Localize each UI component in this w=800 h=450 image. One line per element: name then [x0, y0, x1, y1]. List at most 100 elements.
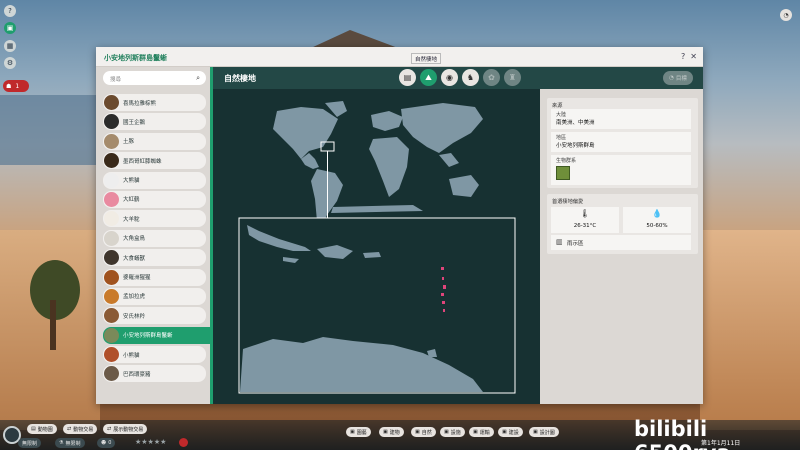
garden-label: 園藝 — [356, 429, 367, 436]
alert-icon[interactable] — [179, 438, 188, 447]
construct-icon: ▣ — [502, 429, 507, 435]
animal-trade-icon: ⇄ — [67, 426, 72, 432]
animal-trade-label: 動物交易 — [73, 426, 94, 433]
goal-icon: ◔ — [669, 75, 674, 81]
animal-list-item[interactable]: 大角盒鳥 — [103, 229, 206, 247]
southeast-asia-shape — [439, 153, 459, 167]
animal-name: 婆羅洲猩猩 — [123, 275, 151, 282]
animal-list: 喜馬拉雅棕熊國王企鵝 土豚墨西哥紅膝蜘蛛 大熊貓 大紅鶴大羊駝大角盒鳥大食蟻獸婆羅洲猩… — [103, 94, 213, 385]
construct-label: 建設 — [508, 429, 519, 436]
tab-diet-icon[interactable]: ◉ — [441, 69, 458, 86]
animal-name: 小熊貓 — [123, 352, 140, 359]
tab-tooltip: 自然棲地 — [411, 53, 441, 64]
habitat-preference-title: 首選棲地偏愛 — [552, 199, 584, 205]
animal-list-sidebar: 搜尋 ⌕ 喜馬拉雅棕熊國王企鵝 土豚墨西哥紅膝蜘蛛 大熊貓 大紅鶴大羊駝大角盒鳥大食蟻… — [96, 67, 213, 404]
guest-count-display[interactable]: ☻ 0 — [97, 438, 116, 448]
animal-name: 大食蟻獸 — [123, 255, 146, 262]
habitat-map — [213, 89, 540, 404]
research-display[interactable]: ⚗ 無限制 — [55, 438, 85, 448]
animal-avatar — [104, 95, 119, 110]
exhibit-trade-button[interactable]: ⇄ 展示動物交易 — [103, 424, 148, 434]
tab-info-icon[interactable]: ▤ — [399, 69, 416, 86]
watermark: bilibili 6500rya — [634, 417, 731, 450]
animal-list-item[interactable]: 大食蟻獸 — [103, 249, 206, 267]
content-title: 自然棲地 — [224, 74, 256, 83]
background-tree-trunk — [50, 300, 56, 350]
biome-label: 生物群系 — [556, 158, 577, 164]
animal-list-item[interactable]: 小熊貓 — [103, 346, 206, 364]
animal-list-item[interactable]: 孟加拉虎 — [103, 287, 206, 305]
content-header: 自然棲地 ▤ ⛰ ◉ ♞ ✿ ♜ ◔ 目標 — [213, 67, 703, 89]
calendar-icon[interactable]: ▦ — [4, 40, 16, 52]
zoo-overview-button[interactable]: ▤ 動物園 — [27, 424, 57, 434]
animal-list-item[interactable]: 土豚 — [103, 132, 206, 150]
transport-label: 運輸 — [479, 429, 490, 436]
animal-name: 喜馬拉雅棕熊 — [123, 100, 157, 107]
zoo-overview-label: 動物園 — [37, 426, 53, 433]
biome-row: 生物群系 — [551, 155, 691, 185]
humidity-value: 50-60% — [646, 223, 668, 229]
animal-avatar — [104, 250, 119, 266]
animal-list-item[interactable]: 國王企鵝 — [103, 113, 206, 131]
animal-name: 巴西環豪豬 — [123, 371, 151, 378]
settings-icon[interactable]: ⚙ — [4, 57, 16, 69]
animal-avatar — [104, 327, 119, 343]
tab-social-icon[interactable]: ✿ — [483, 69, 500, 86]
animal-list-item[interactable]: 安氏林羚 — [103, 307, 206, 325]
temperature-box: 🌡 26-31°C — [551, 207, 619, 233]
blueprint-label: 設計圖 — [539, 429, 555, 436]
transport-build-button[interactable]: ▣ 運輸 — [469, 427, 494, 437]
blueprint-icon: ▣ — [533, 429, 538, 435]
animal-avatar — [104, 133, 119, 149]
tab-habitat-icon[interactable]: ⛰ — [420, 69, 437, 86]
search-input[interactable]: 搜尋 ⌕ — [103, 71, 206, 85]
tab-breeding-icon[interactable]: ♜ — [504, 69, 521, 86]
nature-label: 自然 — [421, 429, 432, 436]
animal-list-item[interactable]: 喜馬拉雅棕熊 — [103, 94, 206, 111]
facility-build-button[interactable]: ▣ 設施 — [440, 427, 465, 437]
goal-label: 目標 — [675, 76, 687, 82]
temperature-value: 26-31°C — [573, 223, 597, 229]
animal-name: 大羊駝 — [123, 216, 140, 223]
building-build-button[interactable]: ▣ 建物 — [379, 427, 404, 437]
help-icon[interactable]: ? — [4, 5, 16, 17]
search-icon[interactable]: ⌕ — [196, 74, 200, 83]
blueprint-build-button[interactable]: ▣ 設計圖 — [529, 427, 559, 437]
building-label: 建物 — [389, 429, 400, 436]
garden-build-button[interactable]: ▣ 園藝 — [346, 427, 371, 437]
africa-shape — [369, 137, 409, 197]
terrain-value: 雨示區 — [567, 241, 584, 247]
animal-list-item[interactable]: 大熊貓 — [103, 171, 206, 189]
window-close-icon[interactable]: ✕ — [690, 52, 697, 61]
europe-shape — [371, 111, 403, 131]
money-display[interactable]: 無限制 — [18, 438, 42, 448]
nature-build-button[interactable]: ▣ 自然 — [411, 427, 436, 437]
goal-button[interactable]: ◔ 目標 — [663, 71, 693, 85]
money-label: 無限制 — [22, 440, 38, 447]
animal-list-item[interactable]: 大紅鶴 — [103, 190, 206, 208]
rainforest-biome-icon[interactable] — [556, 166, 570, 180]
animal-list-item[interactable]: 墨西哥紅膝蜘蛛 — [103, 152, 206, 170]
exhibit-trade-label: 展示動物交易 — [113, 426, 144, 433]
research-label: 無限制 — [65, 440, 81, 447]
animal-avatar — [104, 153, 119, 169]
origin-title: 來源 — [552, 103, 563, 109]
corner-menu-icon[interactable]: ◔ — [780, 9, 792, 21]
animal-list-item[interactable]: 巴西環豪豬 — [103, 365, 206, 383]
zoo-icon[interactable]: ▣ — [4, 22, 16, 34]
animal-list-item[interactable]: 婆羅洲猩猩 — [103, 268, 206, 286]
window-help-icon[interactable]: ? — [681, 52, 685, 61]
animal-avatar — [104, 191, 119, 207]
tab-enrichment-icon[interactable]: ♞ — [462, 69, 479, 86]
zoo-rating-stars: ★★★★★ — [135, 438, 167, 446]
construct-build-button[interactable]: ▣ 建設 — [498, 427, 523, 437]
animal-avatar — [104, 347, 119, 363]
animal-avatar — [104, 308, 119, 324]
animal-list-item[interactable]: 小安地列斯群島鬣蜥 — [103, 326, 213, 344]
transport-icon: ▣ — [473, 429, 478, 435]
animal-list-item[interactable]: 大羊駝 — [103, 210, 206, 228]
world-map — [273, 101, 483, 229]
staff-alert-button[interactable]: ☗ 1 — [3, 80, 29, 92]
animal-trade-button[interactable]: ⇄ 動物交易 — [63, 424, 98, 434]
background-water — [0, 95, 100, 165]
